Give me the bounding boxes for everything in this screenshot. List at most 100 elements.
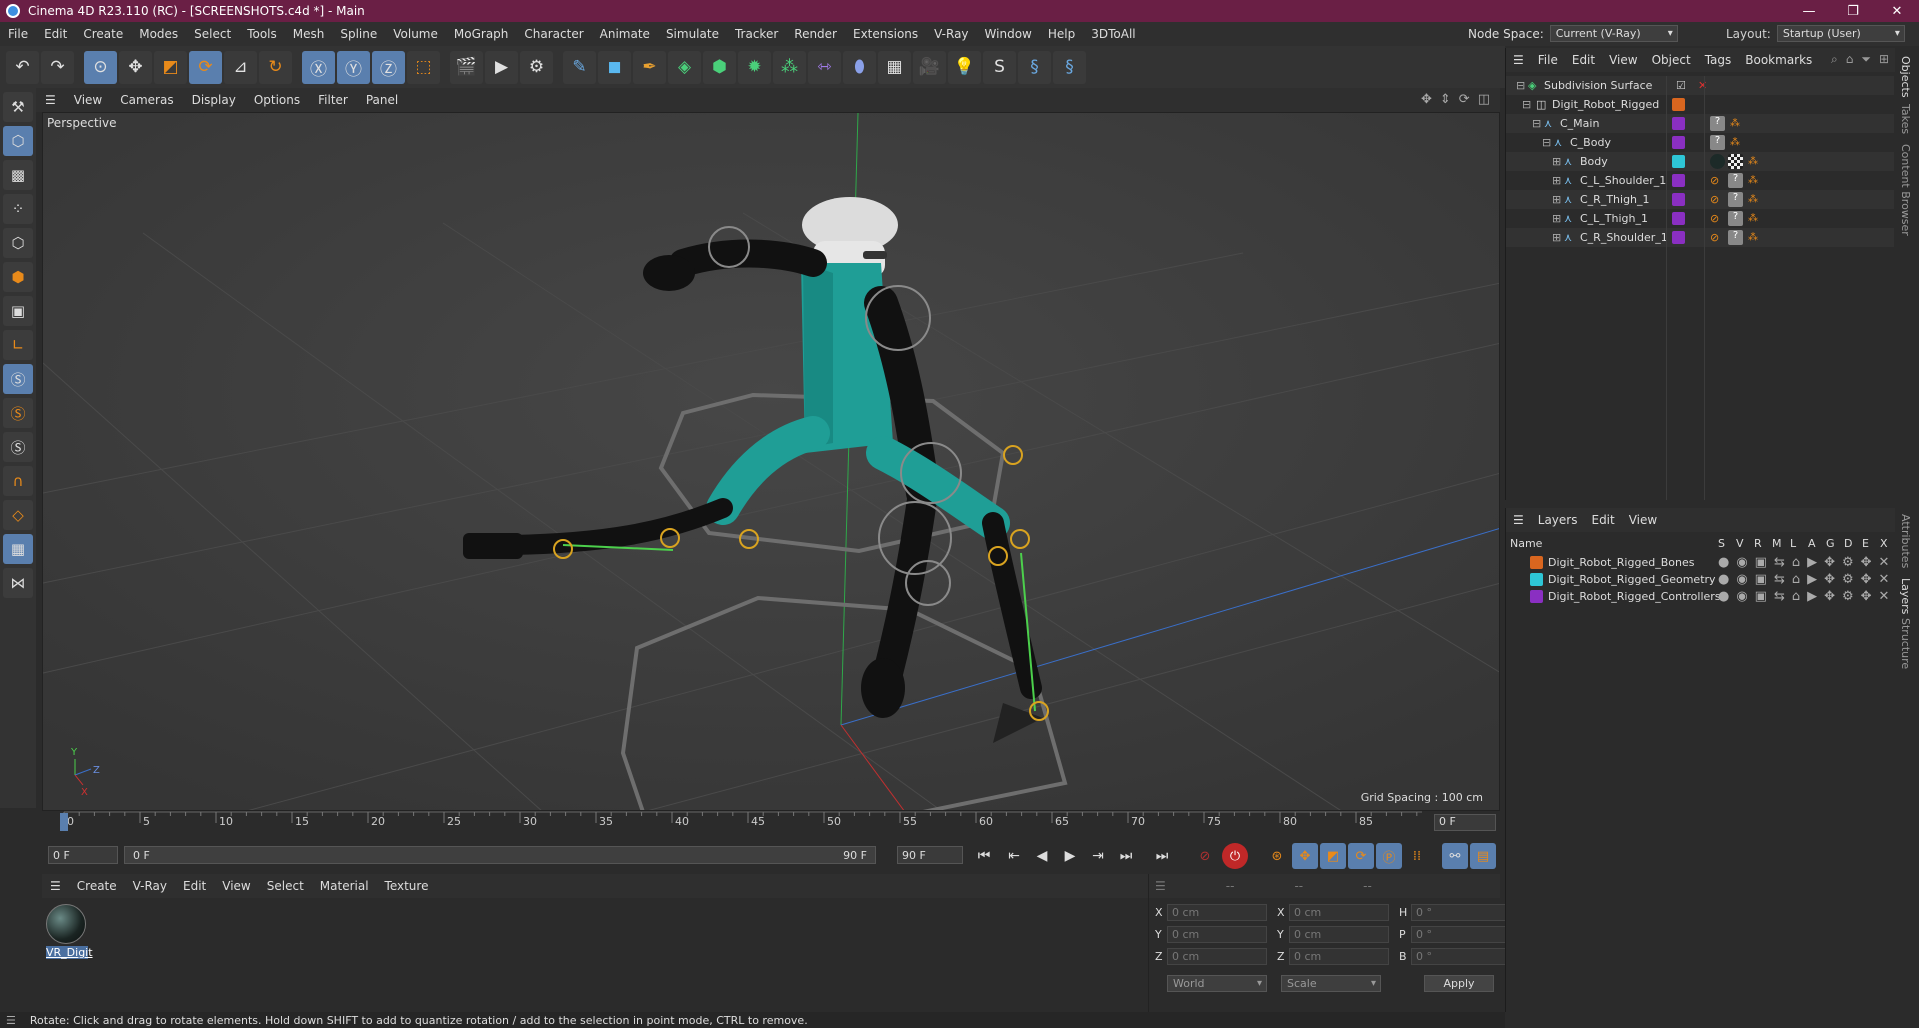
unknown-tag-icon[interactable]: ? bbox=[1728, 230, 1743, 245]
python-script-icon[interactable]: § bbox=[1018, 50, 1051, 84]
minimize-icon[interactable]: — bbox=[1787, 0, 1831, 22]
pen-spline-icon[interactable]: ✒ bbox=[633, 50, 666, 84]
next-key-icon[interactable]: ⇥ bbox=[1086, 844, 1110, 868]
layout-dropdown[interactable]: Startup (User) bbox=[1776, 25, 1905, 42]
timeline-window-icon[interactable]: ▤ bbox=[1470, 843, 1496, 869]
key-scale-icon[interactable]: ◩ bbox=[1320, 843, 1346, 869]
record-keys-icon[interactable]: ⊘ bbox=[1192, 843, 1218, 869]
objects-menu-object[interactable]: Object bbox=[1645, 53, 1698, 67]
layers-menu-layers[interactable]: Layers bbox=[1531, 513, 1585, 527]
objects-menu-file[interactable]: File bbox=[1531, 53, 1565, 67]
weight-tag-icon[interactable]: ⁂ bbox=[1748, 156, 1758, 167]
layer-color-swatch[interactable] bbox=[1530, 573, 1543, 586]
z-axis-icon[interactable]: Ⓩ bbox=[372, 50, 405, 84]
extrude-icon[interactable]: ⬢ bbox=[703, 50, 736, 84]
layer-row-bones[interactable]: Digit_Robot_Rigged_Bones ●◉▣⇆⌂▶✥⚙✥✕ bbox=[1506, 554, 1894, 571]
object-row-c-l-shoulder-1[interactable]: ⊞ ⋏ C_L_Shoulder_1 ⊘ ? ⁂ bbox=[1506, 171, 1894, 190]
cloner-icon[interactable]: ✹ bbox=[738, 50, 771, 84]
coordinate-system-icon[interactable]: ⬚ bbox=[407, 50, 440, 84]
objects-filter-icon[interactable]: ⏷ bbox=[1861, 52, 1871, 67]
material-menu-edit[interactable]: Edit bbox=[175, 879, 214, 893]
ik-tag-icon[interactable]: ⁂ bbox=[1748, 194, 1758, 205]
key-position-icon[interactable]: ✥ bbox=[1292, 843, 1318, 869]
menu-simulate[interactable]: Simulate bbox=[658, 27, 727, 41]
menu-help[interactable]: Help bbox=[1040, 27, 1083, 41]
key-pla-icon[interactable]: ⁞⁞ bbox=[1404, 843, 1430, 869]
pos-y-field[interactable]: 0 cm bbox=[1167, 926, 1267, 943]
menu-tracker[interactable]: Tracker bbox=[727, 27, 786, 41]
layer-color-swatch[interactable] bbox=[1672, 155, 1685, 168]
vray-icon[interactable]: S bbox=[983, 50, 1016, 84]
key-selection-icon[interactable]: ⊛ bbox=[1264, 843, 1290, 869]
menu-animate[interactable]: Animate bbox=[592, 27, 658, 41]
object-row-c-main[interactable]: ⊟ ⋏ C_Main ? ⁂ bbox=[1506, 114, 1894, 133]
object-row-subdivision-surface[interactable]: ⊟ ◈ Subdivision Surface ☑ ✕ bbox=[1506, 76, 1894, 95]
unknown-tag-icon[interactable]: ? bbox=[1710, 135, 1725, 150]
layer-flag-icons[interactable]: ●◉▣⇆⌂▶✥⚙✥✕ bbox=[1718, 555, 1896, 570]
previous-key-icon[interactable]: ⇤ bbox=[1002, 844, 1026, 868]
snap-settings-icon[interactable]: Ⓢ bbox=[3, 398, 33, 428]
timeline-ruler[interactable]: 051015202530354045505560657075808590 0 F bbox=[42, 811, 1500, 835]
toggle-view-icon[interactable]: ◫ bbox=[1478, 92, 1490, 107]
menu-select[interactable]: Select bbox=[186, 27, 239, 41]
render-picture-viewer-icon[interactable]: ▶ bbox=[485, 50, 518, 84]
layer-color-swatch[interactable] bbox=[1672, 231, 1685, 244]
tab-attributes[interactable]: Attributes bbox=[1899, 514, 1912, 568]
object-row-digit-robot-rigged[interactable]: ⊟ ◫ Digit_Robot_Rigged bbox=[1506, 95, 1894, 114]
camera-icon[interactable]: 🎥 bbox=[913, 50, 946, 84]
layer-color-swatch[interactable] bbox=[1672, 136, 1685, 149]
check-icon[interactable]: ☑ bbox=[1676, 79, 1686, 92]
tab-content-browser[interactable]: Content Browser bbox=[1899, 144, 1912, 236]
rot-p-field[interactable]: 0 ° bbox=[1411, 926, 1511, 943]
material-menu-material[interactable]: Material bbox=[312, 879, 377, 893]
scale-icon[interactable]: ◩ bbox=[154, 50, 187, 84]
layer-flag-icons[interactable]: ●◉▣⇆⌂▶✥⚙✥✕ bbox=[1718, 589, 1896, 604]
objects-hamburger-icon[interactable]: ☰ bbox=[1506, 53, 1531, 67]
layer-color-swatch[interactable] bbox=[1672, 193, 1685, 206]
tab-layers[interactable]: Layers bbox=[1899, 578, 1912, 614]
layers-menu-view[interactable]: View bbox=[1622, 513, 1664, 527]
timeline-current-frame-field[interactable]: 0 F bbox=[1434, 814, 1496, 831]
objects-menu-tags[interactable]: Tags bbox=[1698, 53, 1739, 67]
grid-icon[interactable]: ▦ bbox=[3, 534, 33, 564]
quantize-icon[interactable]: ⋈ bbox=[3, 568, 33, 598]
go-to-end-icon[interactable]: ⏭ bbox=[1114, 844, 1138, 868]
deformer-icon[interactable]: ⇿ bbox=[808, 50, 841, 84]
snap-mode-icon[interactable]: Ⓢ bbox=[3, 432, 33, 462]
layer-color-swatch[interactable] bbox=[1530, 556, 1543, 569]
protection-tag-icon[interactable]: ⊘ bbox=[1710, 231, 1719, 244]
material-menu-vray[interactable]: V-Ray bbox=[125, 879, 175, 893]
floor-icon[interactable]: ▦ bbox=[878, 50, 911, 84]
ik-tag-icon[interactable]: ⁂ bbox=[1748, 213, 1758, 224]
go-to-end-2-icon[interactable]: ⏭ bbox=[1150, 844, 1174, 868]
maximize-icon[interactable]: ❐ bbox=[1831, 0, 1875, 22]
field-icon[interactable]: ⬮ bbox=[843, 50, 876, 84]
menu-create[interactable]: Create bbox=[75, 27, 131, 41]
layer-color-swatch[interactable] bbox=[1672, 117, 1685, 130]
menu-render[interactable]: Render bbox=[786, 27, 845, 41]
uv-mode-icon[interactable]: ▣ bbox=[3, 296, 33, 326]
object-row-c-r-thigh-1[interactable]: ⊞ ⋏ C_R_Thigh_1 ⊘ ? ⁂ bbox=[1506, 190, 1894, 209]
render-settings-icon[interactable]: ⚙ bbox=[520, 50, 553, 84]
layer-color-swatch[interactable] bbox=[1530, 590, 1543, 603]
model-mode-icon[interactable]: ⬡ bbox=[3, 126, 33, 156]
zoom-view-icon[interactable]: ⇕ bbox=[1440, 92, 1451, 107]
magnet-icon[interactable]: ∩ bbox=[3, 466, 33, 496]
menu-mesh[interactable]: Mesh bbox=[285, 27, 333, 41]
layer-row-controllers[interactable]: Digit_Robot_Rigged_Controllers ●◉▣⇆⌂▶✥⚙✥… bbox=[1506, 588, 1894, 605]
objects-menu-edit[interactable]: Edit bbox=[1565, 53, 1602, 67]
object-row-c-r-shoulder-1[interactable]: ⊞ ⋏ C_R_Shoulder_1 ⊘ ? ⁂ bbox=[1506, 228, 1894, 247]
node-space-dropdown[interactable]: Current (V-Ray) bbox=[1549, 25, 1678, 42]
start-frame-field[interactable]: 0 F bbox=[48, 846, 118, 864]
object-row-body[interactable]: ⊞ ⋏ Body ⁂ bbox=[1506, 152, 1894, 171]
menu-tools[interactable]: Tools bbox=[239, 27, 285, 41]
viewport-menu-display[interactable]: Display bbox=[183, 93, 245, 107]
layer-color-swatch[interactable] bbox=[1672, 174, 1685, 187]
play-backwards-icon[interactable]: ◀ bbox=[1030, 844, 1054, 868]
subdivision-icon[interactable]: ◈ bbox=[668, 50, 701, 84]
apply-button[interactable]: Apply bbox=[1424, 975, 1494, 992]
objects-menu-bookmarks[interactable]: Bookmarks bbox=[1738, 53, 1819, 67]
edges-mode-icon[interactable]: ⬡ bbox=[3, 228, 33, 258]
polygons-mode-icon[interactable]: ⬢ bbox=[3, 262, 33, 292]
tab-structure[interactable]: Structure bbox=[1899, 618, 1912, 669]
